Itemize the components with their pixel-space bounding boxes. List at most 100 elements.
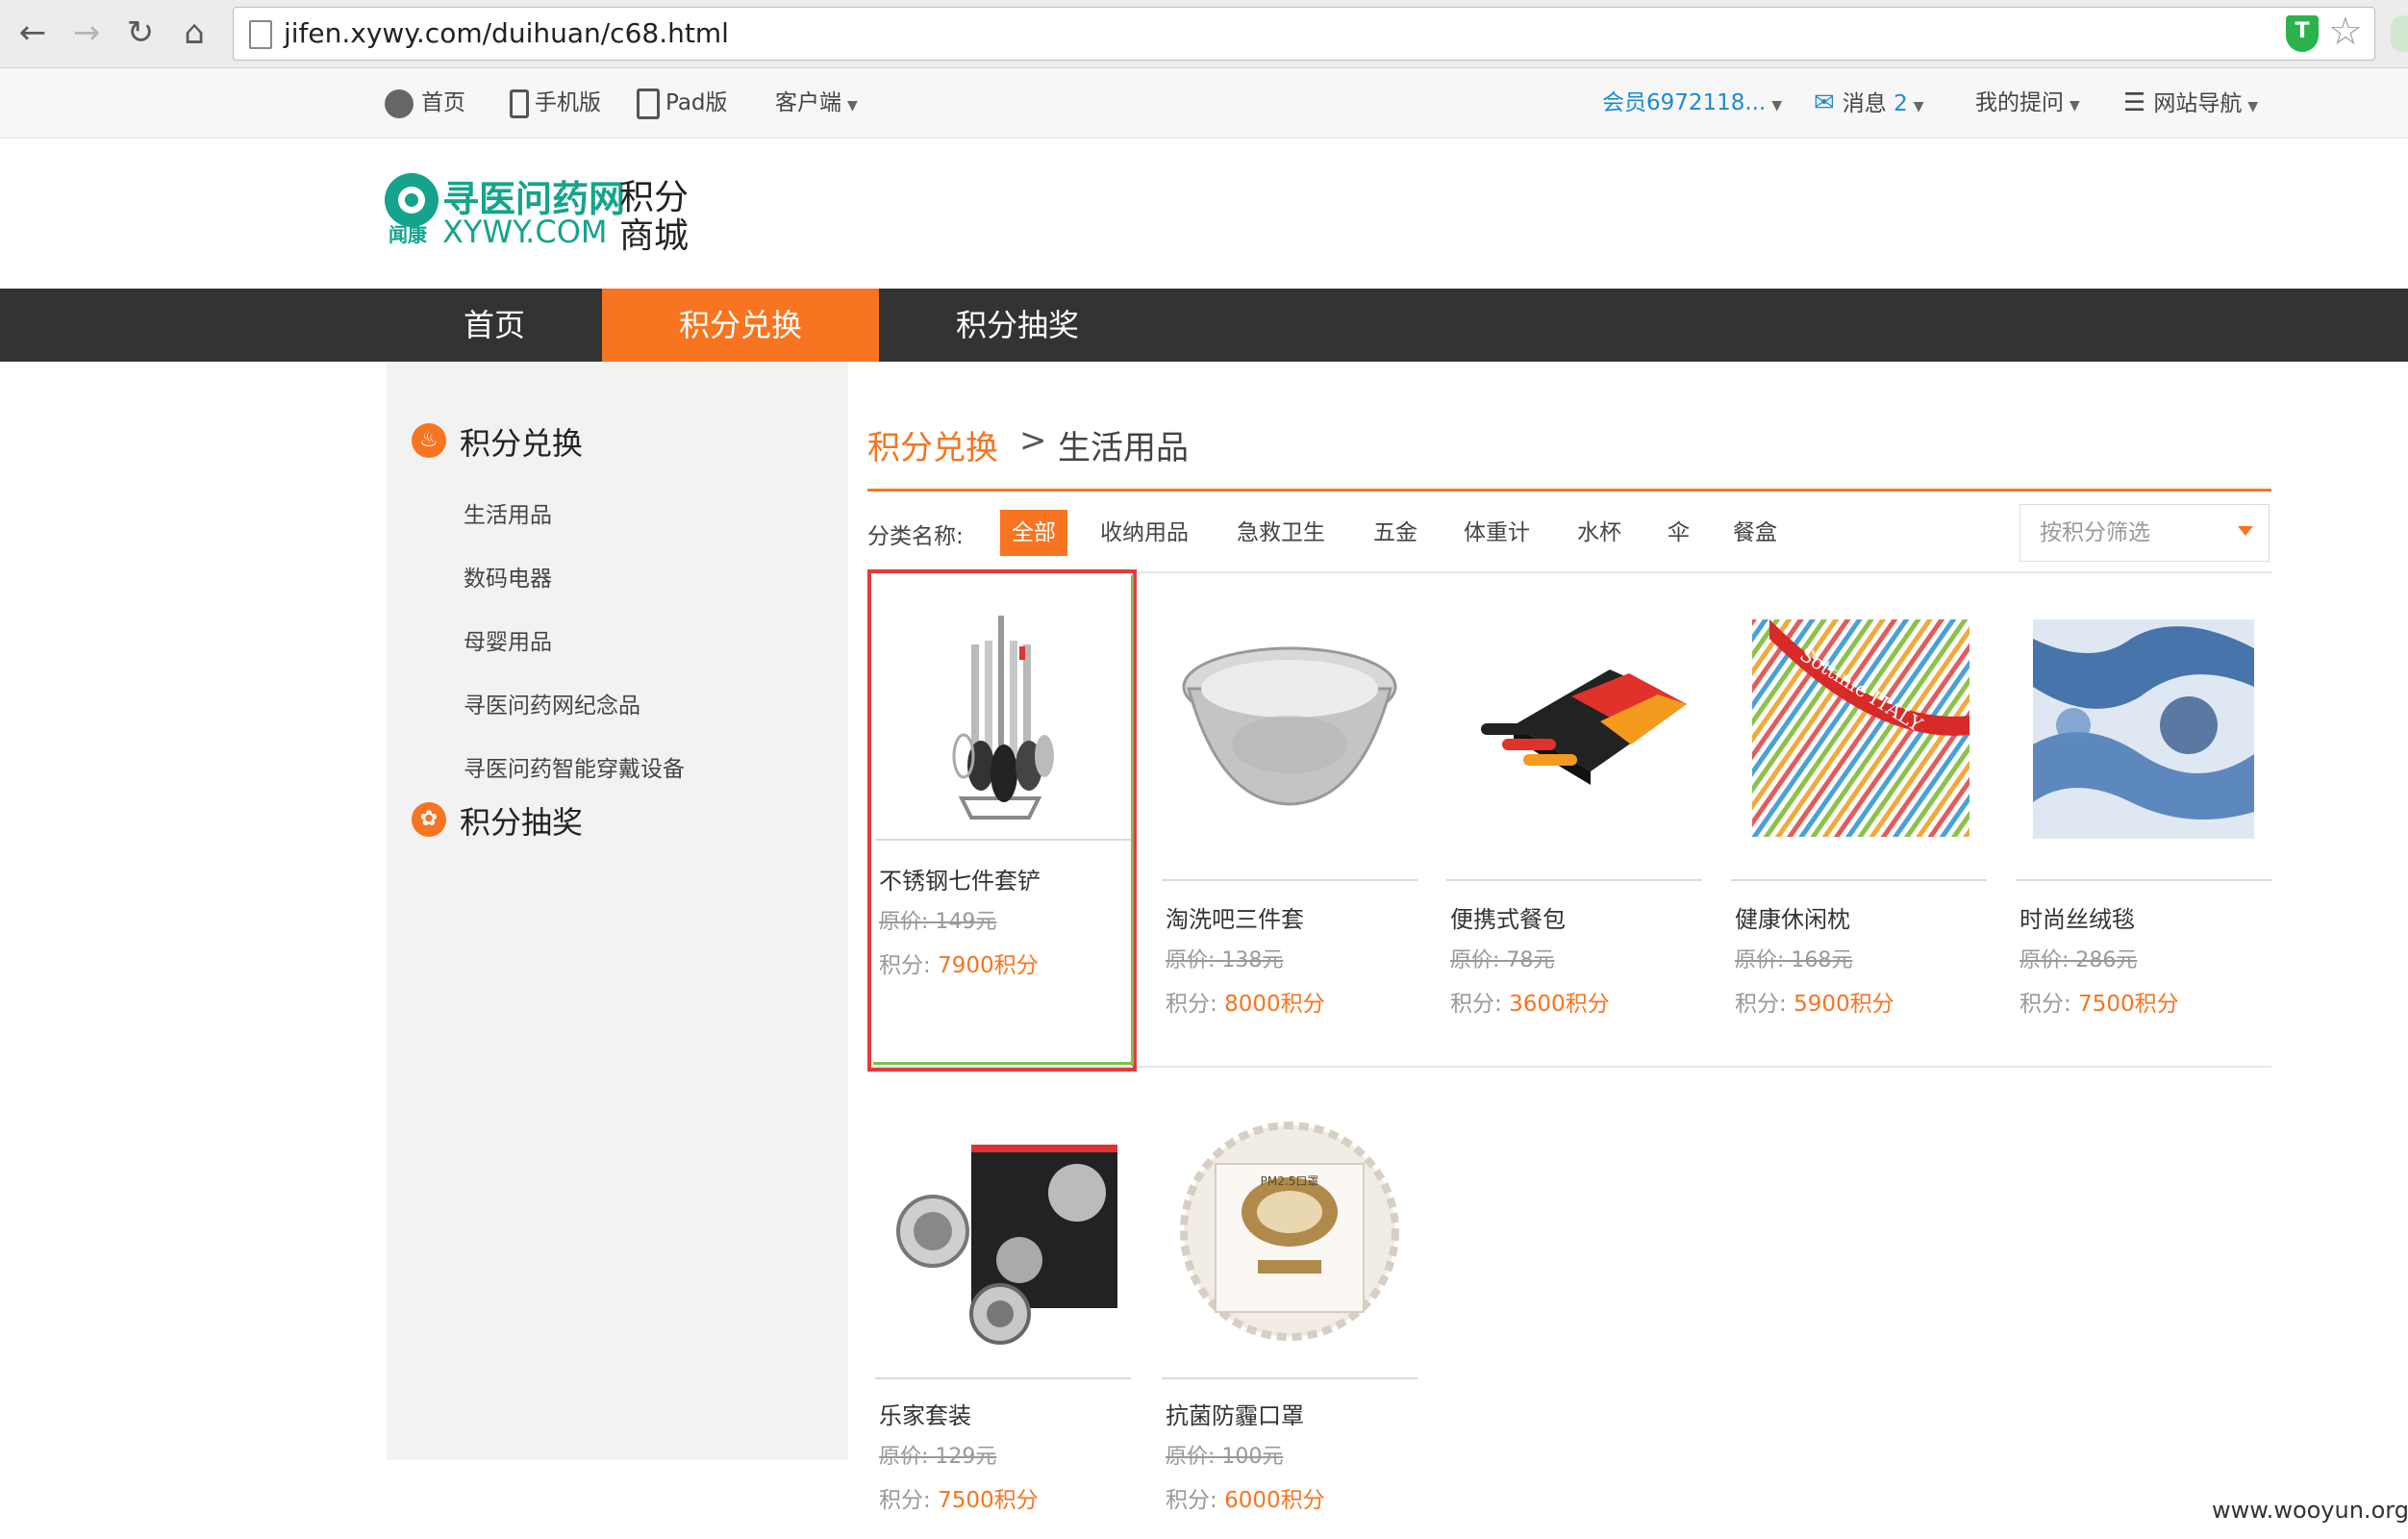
nav-home[interactable]: 首页	[356, 289, 633, 362]
title-divider	[867, 489, 2271, 492]
product-name[interactable]: 便携式餐包	[1450, 900, 1566, 934]
forward-arrow-icon[interactable]: →	[67, 13, 106, 52]
sidebar-section-exchange[interactable]: 积分兑换	[460, 419, 583, 464]
site-topbar: 首页 手机版 Pad版 客户端 ▼ 会员6972118... ▼ ✉ 消息 2 ▼ 我的…	[0, 68, 2408, 139]
logo-sub-brand: 闻康	[389, 223, 427, 246]
hover-border-bottom	[873, 1062, 1133, 1065]
product-divider	[875, 1377, 1131, 1379]
reload-icon[interactable]: ↻	[121, 13, 160, 52]
home-icon[interactable]: ⌂	[175, 13, 213, 52]
product-image-blanket[interactable]	[2016, 581, 2271, 839]
sidebar-item-baby[interactable]: 母婴用品	[464, 623, 552, 656]
category-label: 分类名称:	[867, 524, 964, 549]
product-points: 积分: 7500积分	[2019, 992, 2179, 1017]
topbar-member-menu[interactable]: 会员6972118... ▼	[1602, 68, 1782, 140]
product-name[interactable]: 乐家套装	[879, 1397, 971, 1430]
product-original-price: 原价: 168元	[1735, 948, 1853, 972]
product-divider	[1446, 879, 1702, 881]
category-scale[interactable]: 体重计	[1452, 510, 1542, 556]
product-image-lunch-bag[interactable]	[1446, 581, 1702, 839]
sidebar-item-wearable[interactable]: 寻医问药智能穿戴设备	[464, 750, 685, 783]
product-card[interactable]: 时尚丝绒毯 原价: 286元 积分: 7500积分	[2016, 619, 2271, 1043]
messages-count: 2	[1894, 91, 1908, 116]
category-first-aid[interactable]: 急救卫生	[1225, 510, 1337, 556]
category-hardware[interactable]: 五金	[1362, 510, 1429, 556]
product-points: 积分: 3600积分	[1450, 992, 1610, 1017]
product-original-price: 原价: 78元	[1450, 948, 1555, 972]
chevron-down-icon	[2238, 526, 2253, 536]
product-name[interactable]: 淘洗吧三件套	[1166, 900, 1304, 934]
nav-points-exchange[interactable]: 积分兑换	[602, 289, 879, 362]
product-points: 积分: 8000积分	[1166, 992, 1325, 1017]
category-cup[interactable]: 水杯	[1566, 510, 1633, 556]
product-divider	[1162, 879, 1417, 881]
filter-placeholder: 按积分筛选	[2040, 520, 2150, 545]
product-name[interactable]: 健康休闲枕	[1735, 900, 1850, 934]
product-original-price: 原价: 286元	[2019, 948, 2138, 972]
chevron-down-icon: ▼	[2247, 99, 2259, 114]
category-lunchbox[interactable]: 餐盒	[1721, 510, 1789, 556]
chevron-down-icon: ▼	[2069, 98, 2080, 114]
list-icon: ☰	[2123, 88, 2146, 117]
topbar-messages-menu[interactable]: ✉ 消息 2 ▼	[1814, 68, 1924, 141]
category-umbrella[interactable]: 伞	[1656, 510, 1701, 556]
product-name[interactable]: 抗菌防霾口罩	[1166, 1397, 1304, 1430]
category-all[interactable]: 全部	[1000, 510, 1067, 556]
product-divider	[1731, 879, 1987, 881]
product-card[interactable]: 乐家套装 原价: 129元 积分: 7500积分	[875, 1116, 1131, 1539]
topbar-home-link[interactable]: 首页	[385, 68, 465, 138]
product-original-price: 原价: 100元	[1166, 1445, 1284, 1469]
url-text: jifen.xywy.com/duihuan/c68.html	[284, 17, 729, 49]
topbar-mobile-link[interactable]: 手机版	[510, 68, 601, 138]
back-arrow-icon[interactable]: ←	[13, 13, 52, 52]
product-name[interactable]: 时尚丝绒毯	[2019, 900, 2135, 934]
product-image-mask[interactable]: PM2.5口罩	[1162, 1116, 1417, 1374]
points-filter-select[interactable]: 按积分筛选	[2019, 504, 2270, 562]
mail-icon: ✉	[1814, 88, 1835, 117]
product-image-cookware-set[interactable]	[875, 1116, 1131, 1374]
main-navigation: 首页 积分兑换 积分抽奖	[0, 289, 2408, 362]
product-image-colander[interactable]	[1162, 581, 1417, 839]
nav-points-lottery[interactable]: 积分抽奖	[879, 289, 1156, 362]
product-card[interactable]: 淘洗吧三件套 原价: 138元 积分: 8000积分	[1162, 619, 1417, 1043]
product-card[interactable]: PM2.5口罩 抗菌防霾口罩 原价: 100元 积分: 6000积分	[1162, 1116, 1417, 1539]
product-divider	[2016, 879, 2271, 881]
sidebar-item-daily-goods[interactable]: 生活用品	[464, 496, 552, 529]
topbar-my-questions-menu[interactable]: 我的提问 ▼	[1975, 68, 2080, 140]
browser-toolbar: ← → ↻ ⌂ jifen.xywy.com/duihuan/c68.html …	[0, 0, 2408, 68]
product-original-price: 原价: 138元	[1166, 948, 1284, 972]
product-points: 积分: 5900积分	[1735, 992, 1894, 1017]
topbar-site-nav-menu[interactable]: ☰ 网站导航 ▼	[2123, 68, 2258, 141]
product-card[interactable]: Sottinie ITALY 健康休闲枕 原价: 168元 积分: 5900积分	[1731, 619, 1987, 1043]
breadcrumb-separator: >	[1019, 421, 1047, 460]
product-divider	[1162, 1377, 1417, 1379]
product-original-price: 原价: 129元	[879, 1445, 997, 1469]
sidebar-item-souvenir[interactable]: 寻医问药网纪念品	[464, 687, 640, 719]
chevron-down-icon: ▼	[847, 98, 858, 114]
globe-icon	[385, 88, 414, 118]
gift-icon: ♨	[412, 423, 446, 458]
product-points: 积分: 6000积分	[1166, 1488, 1325, 1513]
address-bar[interactable]: jifen.xywy.com/duihuan/c68.html T ☆	[233, 7, 2375, 61]
extension-icon[interactable]	[2391, 15, 2408, 52]
topbar-client-menu[interactable]: 客户端 ▼	[775, 68, 858, 140]
lottery-icon: ✿	[412, 802, 446, 837]
selection-highlight-box	[867, 569, 1137, 1072]
product-card[interactable]: 便携式餐包 原价: 78元 积分: 3600积分	[1446, 619, 1702, 1043]
category-storage[interactable]: 收纳用品	[1089, 510, 1200, 556]
shield-icon[interactable]: T	[2286, 15, 2319, 52]
chevron-down-icon: ▼	[1913, 99, 1924, 114]
bookmark-star-icon[interactable]: ☆	[2328, 10, 2363, 54]
topbar-pad-link[interactable]: Pad版	[637, 68, 728, 138]
tablet-icon	[637, 88, 660, 119]
product-image-pillow[interactable]: Sottinie ITALY	[1731, 581, 1987, 839]
product-points: 积分: 7500积分	[879, 1488, 1039, 1513]
sidebar-section-lottery[interactable]: 积分抽奖	[460, 798, 583, 843]
mall-title-line2: 商城	[619, 216, 690, 256]
phone-icon	[510, 88, 529, 118]
logo-english-name[interactable]: XYWY.COM	[442, 214, 607, 250]
chevron-down-icon: ▼	[1771, 98, 1783, 114]
sidebar-item-digital[interactable]: 数码电器	[464, 560, 552, 593]
breadcrumb-current: 生活用品	[1058, 429, 1189, 467]
breadcrumb-root[interactable]: 积分兑换	[867, 421, 998, 468]
